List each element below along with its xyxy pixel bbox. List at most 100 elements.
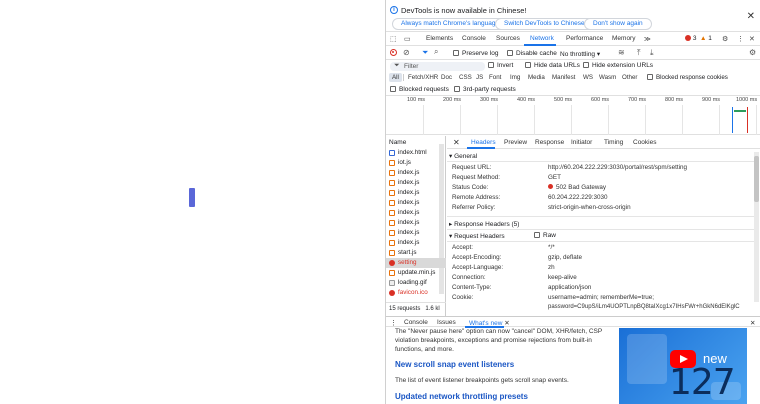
tab-elements[interactable]: Elements <box>426 35 453 42</box>
list-item[interactable]: index.js <box>386 208 446 218</box>
name-column-header[interactable]: Name <box>389 139 406 146</box>
network-conditions-icon[interactable]: ≋ <box>618 48 625 57</box>
hide-extension-urls-checkbox[interactable]: Hide extension URLs <box>583 62 653 69</box>
type-filter-all[interactable]: All <box>389 73 402 82</box>
release-note-heading[interactable]: Updated network throttling presets <box>395 392 528 401</box>
general-section-toggle[interactable]: ▾ General <box>449 152 477 160</box>
response-headers-toggle[interactable]: ▸ Response Headers (5) <box>449 220 519 228</box>
list-item[interactable]: loading.gif <box>386 278 446 288</box>
preserve-log-checkbox[interactable]: Preserve log <box>453 50 499 57</box>
tab-response[interactable]: Response <box>535 139 564 146</box>
scrollbar-thumb[interactable] <box>754 156 759 202</box>
type-filter-wasm[interactable]: Wasm <box>596 73 619 82</box>
close-tab-icon[interactable]: ✕ <box>504 320 509 327</box>
list-item[interactable]: iot.js <box>386 158 446 168</box>
type-filter-js[interactable]: JS <box>473 73 486 82</box>
third-party-label: 3rd-party requests <box>463 86 516 93</box>
clear-icon[interactable]: ⊘ <box>403 48 410 57</box>
type-filter-img[interactable]: Img <box>507 73 523 82</box>
more-tabs-icon[interactable]: ≫ <box>644 35 651 43</box>
list-item-selected[interactable]: setting <box>386 258 446 268</box>
export-har-icon[interactable]: ⤓ <box>650 48 654 58</box>
preserve-log-label: Preserve log <box>462 50 499 57</box>
details-scrollbar[interactable] <box>754 152 759 302</box>
request-headers-toggle[interactable]: ▾ Request Headers <box>449 232 505 240</box>
close-details-icon[interactable]: ✕ <box>453 138 460 147</box>
blocked-cookies-checkbox[interactable]: Blocked response cookies <box>647 74 728 81</box>
network-overview-timeline[interactable]: 100 ms 200 ms 300 ms 400 ms 500 ms 600 m… <box>386 97 760 135</box>
release-video-thumbnail[interactable]: new 127 <box>619 328 747 404</box>
third-party-checkbox[interactable]: 3rd-party requests <box>454 86 516 93</box>
drawer-tab-issues[interactable]: Issues <box>437 319 456 326</box>
throttling-select[interactable]: No throttling ▾ <box>560 50 600 58</box>
switch-language-button[interactable]: Switch DevTools to Chinese <box>495 18 594 30</box>
close-drawer-icon[interactable]: ✕ <box>750 319 755 327</box>
type-filter-manifest[interactable]: Manifest <box>549 73 578 82</box>
import-har-icon[interactable]: ⤒ <box>637 48 641 58</box>
dom-content-loaded-marker <box>732 107 733 133</box>
list-item[interactable]: index.js <box>386 188 446 198</box>
timeline-tick: 1000 ms <box>736 97 758 103</box>
header-key: Status Code: <box>452 184 489 191</box>
type-filter-media[interactable]: Media <box>525 73 548 82</box>
list-item[interactable]: index.js <box>386 178 446 188</box>
tab-cookies[interactable]: Cookies <box>633 139 656 146</box>
drawer-tab-console[interactable]: Console <box>404 319 428 326</box>
type-filter-other[interactable]: Other <box>619 73 640 82</box>
filter-icon[interactable]: ⏷ <box>422 48 428 58</box>
devtools-panel: i DevTools is now available in Chinese! … <box>385 0 760 404</box>
tab-preview[interactable]: Preview <box>504 139 527 146</box>
disable-cache-checkbox[interactable]: Disable cache <box>507 50 557 57</box>
type-filter-doc[interactable]: Doc <box>438 73 455 82</box>
transfer-size: 1.6 kl <box>425 306 440 312</box>
settings-gear-icon[interactable]: ⚙ <box>722 35 728 43</box>
warning-icon: ▲ <box>700 35 707 42</box>
invert-checkbox[interactable]: Invert <box>488 62 513 69</box>
list-item[interactable]: favicon.ico <box>386 288 446 298</box>
error-icon <box>389 260 395 266</box>
drawer-menu-icon[interactable]: ⋮ <box>390 319 397 327</box>
close-devtools-icon[interactable]: ✕ <box>749 35 755 43</box>
tab-initiator[interactable]: Initiator <box>571 139 592 146</box>
search-icon[interactable]: ⌕ <box>434 47 438 57</box>
blocked-requests-checkbox[interactable]: Blocked requests <box>390 86 449 93</box>
match-language-button[interactable]: Always match Chrome's language <box>392 18 509 30</box>
list-item[interactable]: start.js <box>386 248 446 258</box>
tab-performance[interactable]: Performance <box>566 35 603 42</box>
error-count-badge[interactable]: 3 <box>685 35 696 42</box>
raw-checkbox[interactable]: Raw <box>534 232 556 239</box>
type-filter-ws[interactable]: WS <box>580 73 596 82</box>
tab-sources[interactable]: Sources <box>496 35 520 42</box>
tab-console[interactable]: Console <box>462 35 486 42</box>
list-item[interactable]: index.js <box>386 238 446 248</box>
record-icon[interactable] <box>390 49 397 56</box>
list-item[interactable]: index.html <box>386 148 446 158</box>
tab-network[interactable]: Network <box>530 35 554 42</box>
dont-show-again-button[interactable]: Don't show again <box>584 18 652 30</box>
info-icon: i <box>390 6 398 14</box>
device-toolbar-icon[interactable]: ▭ <box>404 35 411 43</box>
request-details: ✕ Headers Preview Response Initiator Tim… <box>447 136 760 316</box>
release-note-heading[interactable]: New scroll snap event listeners <box>395 360 514 369</box>
list-item[interactable]: index.js <box>386 198 446 208</box>
list-item[interactable]: index.js <box>386 168 446 178</box>
tab-memory[interactable]: Memory <box>612 35 635 42</box>
request-count: 15 requests <box>389 306 421 312</box>
filter-input[interactable]: ⏷ Filter <box>390 62 485 71</box>
filter-placeholder: Filter <box>404 63 419 70</box>
network-settings-icon[interactable]: ⚙ <box>749 48 756 57</box>
type-filter-css[interactable]: CSS <box>456 73 475 82</box>
type-filter-fetch-xhr[interactable]: Fetch/XHR <box>405 73 441 82</box>
more-options-icon[interactable]: ⋮ <box>737 35 744 43</box>
release-note-text: The "Never pause here" option can now "c… <box>395 328 603 353</box>
tab-headers[interactable]: Headers <box>471 139 496 146</box>
list-item[interactable]: index.js <box>386 228 446 238</box>
infobar-close-button[interactable]: ✕ <box>747 11 755 22</box>
tab-timing[interactable]: Timing <box>604 139 623 146</box>
hide-data-urls-checkbox[interactable]: Hide data URLs <box>525 62 580 69</box>
list-item[interactable]: index.js <box>386 218 446 228</box>
list-item[interactable]: update.min.js <box>386 268 446 278</box>
type-filter-font[interactable]: Font <box>486 73 504 82</box>
warning-count-badge[interactable]: ▲ 1 <box>700 35 712 42</box>
inspect-element-icon[interactable]: ⬚ <box>390 35 397 43</box>
